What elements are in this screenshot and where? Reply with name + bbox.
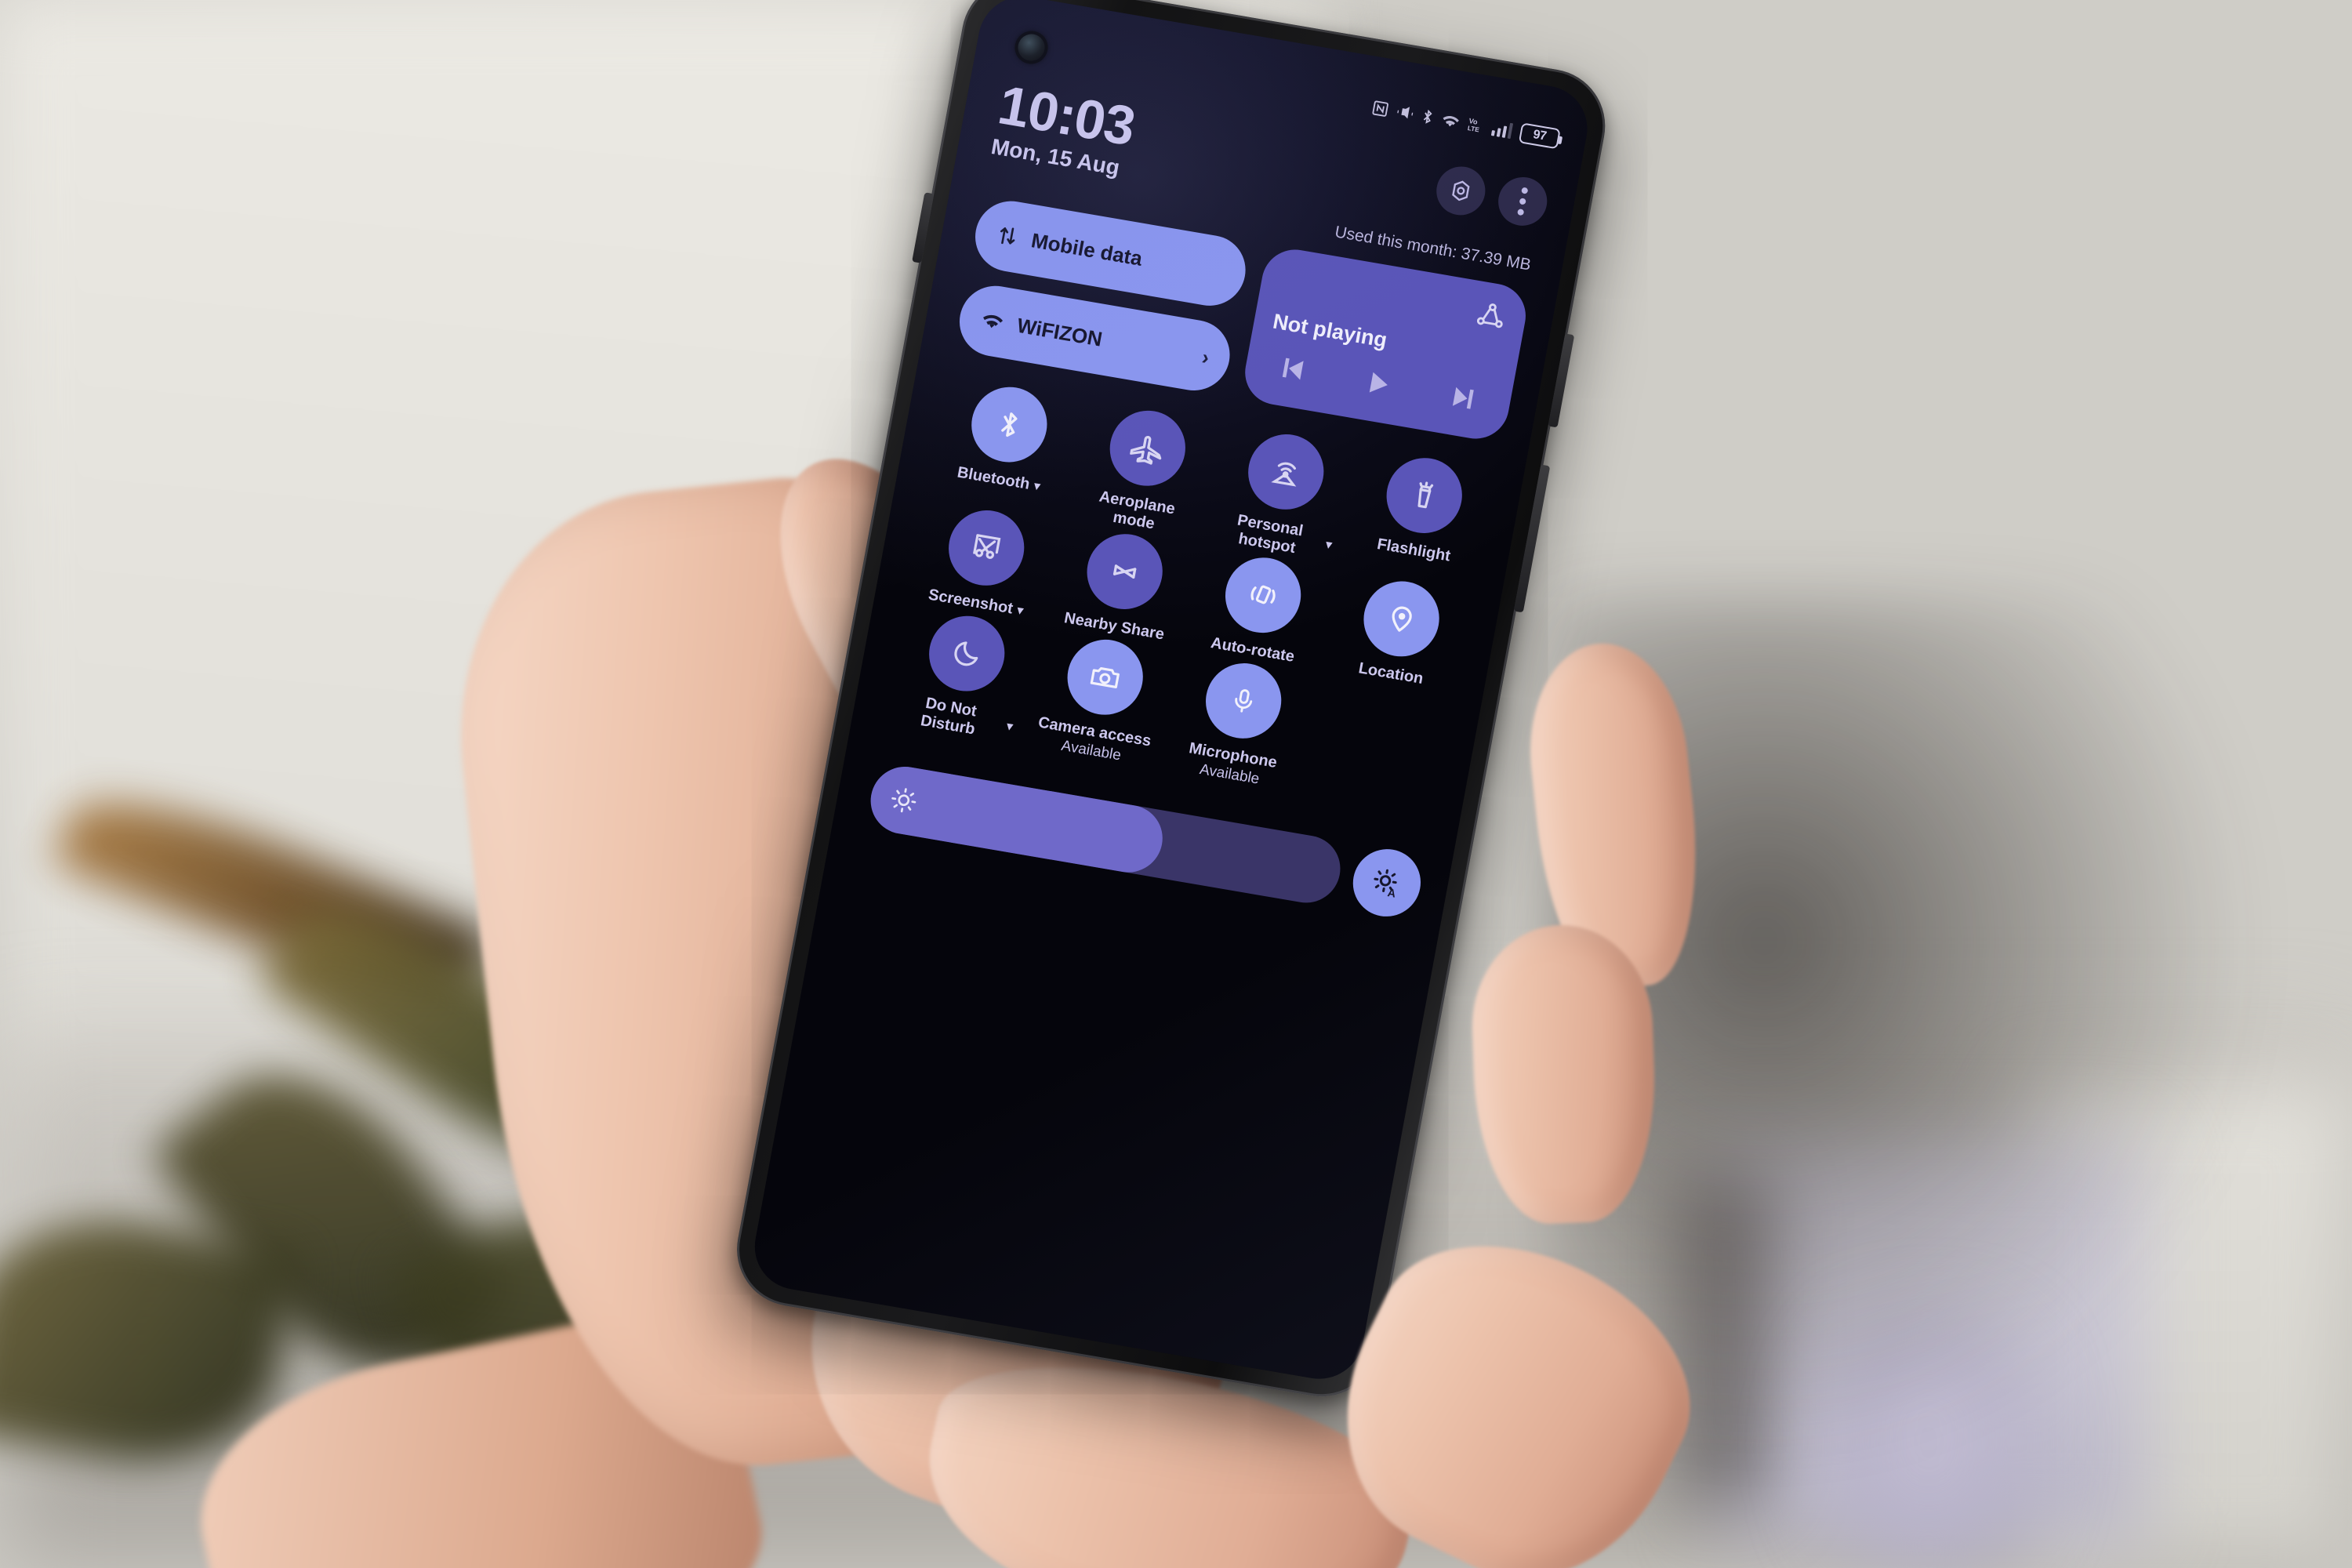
finger: [1468, 922, 1660, 1226]
hand-foreground: [0, 0, 2352, 1568]
thumb: [1296, 1198, 1730, 1568]
